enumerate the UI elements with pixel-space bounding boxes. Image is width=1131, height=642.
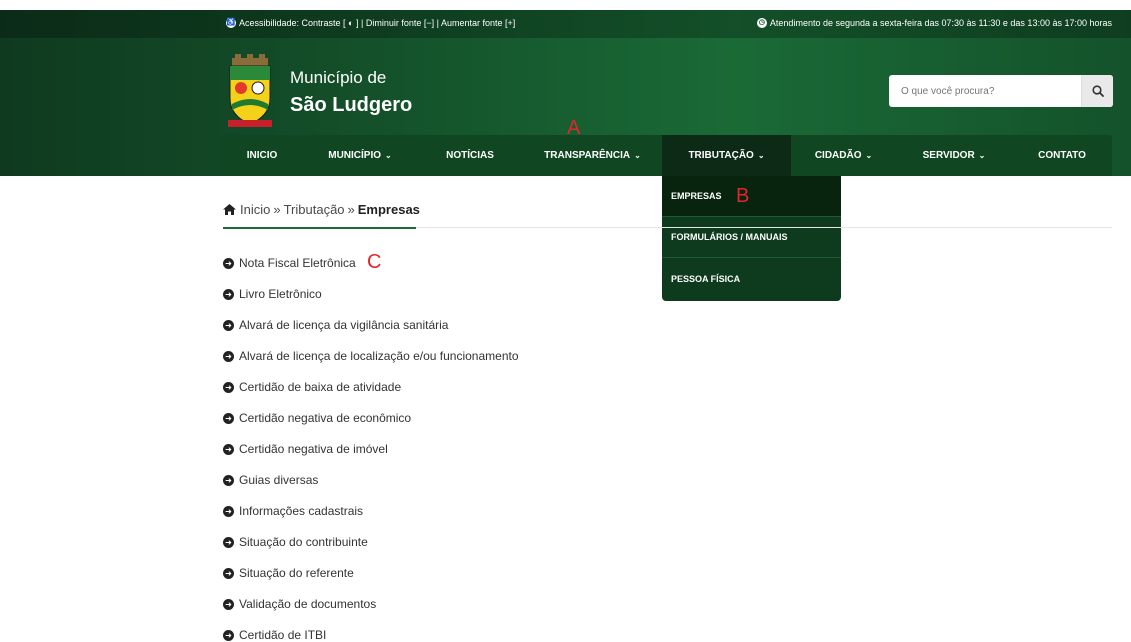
list-item-label: Situação do contribuinte (239, 535, 368, 549)
chevron-down-icon: ⌄ (757, 151, 765, 160)
list-item[interactable]: ➜ Guias diversas (223, 472, 318, 488)
arrow-right-icon: ➜ (223, 381, 234, 393)
list-item-label: Guias diversas (239, 473, 319, 487)
divider (416, 227, 1112, 228)
list-item-label: Alvará de licença de localização e/ou fu… (239, 349, 519, 363)
brand-title-line1[interactable]: Município de (290, 68, 386, 88)
breadcrumb-home-link[interactable]: Inicio (240, 202, 270, 217)
dropdown-item-empresas[interactable]: EMPRESAS (662, 176, 841, 217)
list-item-label: Alvará de licença da vigilância sanitári… (239, 318, 449, 332)
arrow-right-icon: ➜ (223, 288, 234, 300)
nav-label: TRANSPARÊNCIA (544, 150, 631, 161)
breadcrumb-underline (223, 227, 416, 229)
nav-label: NOTÍCIAS (446, 150, 494, 161)
accessibility-icon: ♿ (226, 18, 236, 28)
chevron-down-icon: ⌄ (865, 151, 873, 160)
list-item-label: Situação do referente (239, 566, 354, 580)
list-item-label: Certidão de baixa de atividade (239, 380, 402, 394)
arrow-right-icon: ➜ (223, 505, 234, 517)
dropdown-item-formularios-manuais[interactable]: FORMULÁRIOS / MANUAIS (662, 217, 841, 258)
top-bar: ♿ Acessibilidade: Contraste [ ◐ ] | Dimi… (0, 10, 1131, 38)
main-navigation: INICIO MUNICÍPIO ⌄ NOTÍCIAS TRANSPARÊNCI… (221, 135, 1112, 176)
nav-item-municipio[interactable]: MUNICÍPIO ⌄ (303, 135, 417, 176)
search-box (889, 75, 1113, 107)
nav-label: INICIO (246, 150, 278, 161)
search-icon (1091, 85, 1104, 97)
list-item[interactable]: ➜ Livro Eletrônico (223, 286, 322, 302)
list-item[interactable]: ➜ Situação do referente (223, 565, 354, 581)
arrow-right-icon: ➜ (223, 536, 234, 548)
arrow-right-icon: ➜ (223, 598, 234, 610)
search-button[interactable] (1081, 75, 1113, 107)
arrow-right-icon: ➜ (223, 257, 234, 269)
nav-item-inicio[interactable]: INICIO (221, 135, 303, 176)
annotation-marker-c: C (367, 251, 382, 273)
nav-item-contato[interactable]: CONTATO (1012, 135, 1112, 176)
list-item-label: Livro Eletrônico (239, 287, 322, 301)
list-item-label: Certidão de ITBI (239, 628, 327, 642)
arrow-right-icon: ➜ (223, 443, 234, 455)
search-input[interactable] (889, 75, 1081, 107)
municipal-crest-logo[interactable] (224, 54, 276, 130)
breadcrumb-separator: » (273, 202, 281, 217)
arrow-right-icon: ➜ (223, 567, 234, 579)
arrow-right-icon: ➜ (223, 319, 234, 331)
nav-item-cidadao[interactable]: CIDADÃO ⌄ (791, 135, 896, 176)
list-item[interactable]: ➜ Alvará de licença da vigilância sanitár… (223, 317, 448, 333)
clock-icon: ◷ (756, 18, 767, 28)
chevron-down-icon: ⌄ (634, 151, 641, 160)
list-item-label: Certidão negativa de econômico (239, 411, 412, 425)
nav-item-transparencia[interactable]: TRANSPARÊNCIA ⌄ (523, 135, 662, 176)
list-item-label: Certidão negativa de imóvel (239, 442, 388, 456)
opening-hours-text: Atendimento de segunda a sexta-feira das… (769, 18, 1112, 28)
nav-item-servidor[interactable]: SERVIDOR ⌄ (896, 135, 1012, 176)
list-item-label: Nota Fiscal Eletrônica (239, 256, 356, 270)
breadcrumb-section-link[interactable]: Tributação (284, 202, 345, 217)
list-item-label: Validação de documentos (239, 597, 377, 611)
nav-label: CIDADÃO (814, 150, 862, 161)
list-item[interactable]: ➜ Informações cadastrais (223, 503, 363, 519)
arrow-right-icon: ➜ (223, 350, 234, 362)
breadcrumb: Inicio » Tributação » Empresas (223, 202, 420, 217)
annotation-marker-a: A (567, 117, 581, 139)
chevron-down-icon: ⌄ (978, 151, 986, 160)
list-item[interactable]: ➜ Certidão de ITBI (223, 627, 326, 642)
chevron-down-icon: ⌄ (385, 151, 392, 160)
dropdown-item-pessoa-fisica[interactable]: PESSOA FÍSICA (662, 258, 841, 299)
accessibility-text[interactable]: Acessibilidade: Contraste [ ◐ ] | Diminu… (239, 18, 515, 28)
site-header: ♿ Acessibilidade: Contraste [ ◐ ] | Dimi… (0, 10, 1131, 176)
list-item[interactable]: ➜ Validação de documentos (223, 596, 376, 612)
arrow-right-icon: ➜ (223, 474, 234, 486)
home-icon (223, 204, 236, 215)
list-item-label: Informações cadastrais (239, 504, 364, 518)
arrow-right-icon: ➜ (223, 629, 234, 641)
annotation-marker-b: B (736, 185, 750, 207)
opening-hours: ◷ Atendimento de segunda a sexta-feira d… (756, 18, 1112, 28)
nav-label: CONTATO (1038, 150, 1086, 161)
list-item[interactable]: ➜ Alvará de licença de localização e/ou f… (223, 348, 519, 364)
nav-label: MUNICÍPIO (328, 150, 382, 161)
nav-label: TRIBUTAÇÃO (688, 150, 754, 161)
accessibility-bar[interactable]: ♿ Acessibilidade: Contraste [ ◐ ] | Dimi… (226, 18, 515, 28)
list-item[interactable]: ➜ Certidão negativa de imóvel (223, 441, 388, 457)
brand-title-line2[interactable]: São Ludgero (290, 94, 412, 117)
nav-label: SERVIDOR (922, 150, 975, 161)
nav-item-noticias[interactable]: NOTÍCIAS (417, 135, 523, 176)
list-item[interactable]: ➜ Nota Fiscal Eletrônica (223, 255, 356, 271)
list-item[interactable]: ➜ Situação do contribuinte (223, 534, 368, 550)
arrow-right-icon: ➜ (223, 412, 234, 424)
list-item[interactable]: ➜ Certidão negativa de econômico (223, 410, 411, 426)
tributacao-dropdown-menu: EMPRESAS FORMULÁRIOS / MANUAIS PESSOA FÍ… (662, 176, 841, 301)
breadcrumb-separator: » (347, 202, 355, 217)
breadcrumb-current: Empresas (357, 202, 420, 217)
nav-item-tributacao[interactable]: TRIBUTAÇÃO ⌄ (662, 135, 791, 176)
list-item[interactable]: ➜ Certidão de baixa de atividade (223, 379, 401, 395)
